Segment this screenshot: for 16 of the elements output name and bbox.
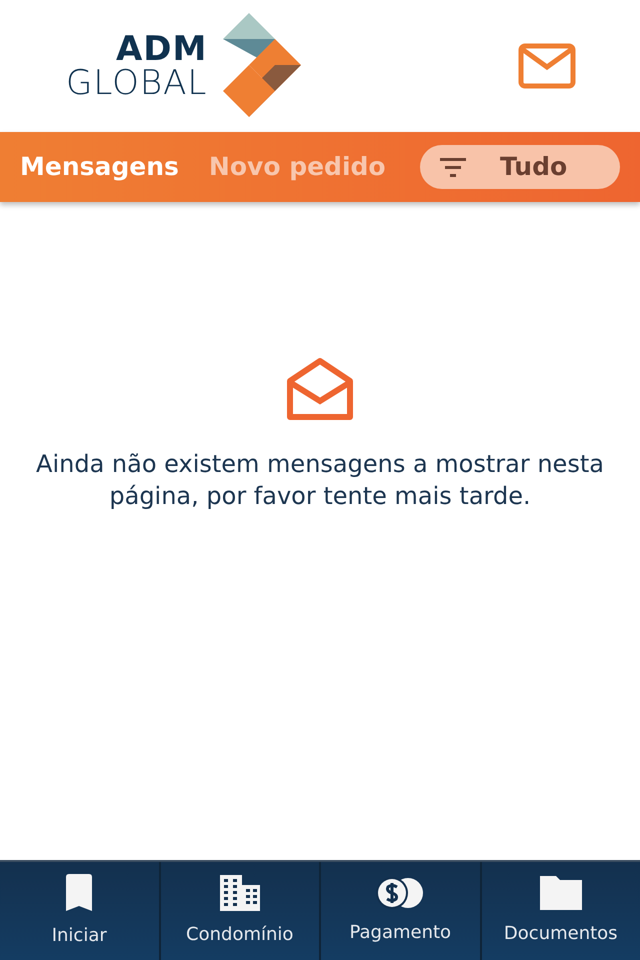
nav-item[interactable]: Condomínio — [160, 862, 321, 960]
empty-message: Ainda não existem mensagens a mostrar nesta página, por favor tente mais tarde. — [35, 449, 605, 512]
nav-item[interactable]: Documentos — [482, 862, 640, 960]
nav-item[interactable]: Pagamento — [321, 862, 482, 960]
logo-text: GLOBAL — [66, 66, 208, 100]
logo-text: ADM — [116, 32, 208, 66]
folder-icon — [540, 876, 582, 910]
filter-icon — [440, 157, 466, 177]
nav-item[interactable]: Iniciar — [0, 862, 160, 960]
open-envelope-icon — [286, 357, 354, 421]
logo-mark-icon — [223, 13, 304, 119]
mail-icon[interactable] — [518, 43, 576, 89]
coins-icon — [376, 876, 424, 908]
filter-dropdown[interactable]: Tudo — [420, 145, 620, 189]
bookmark-icon — [64, 874, 94, 912]
building-icon — [220, 874, 260, 910]
